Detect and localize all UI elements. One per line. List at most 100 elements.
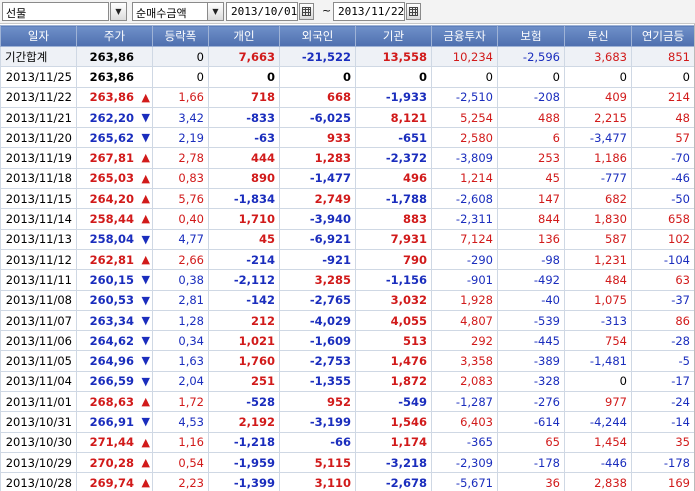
col-header-individual[interactable]: 개인 <box>208 25 280 47</box>
up-arrow-icon: ▲ <box>141 455 150 469</box>
cell-individual: -2,112 <box>208 269 280 291</box>
type-select-value: 순매수금액 <box>136 7 187 20</box>
table-row[interactable]: 2013/11/13 258,04 ▼ 4,77 45 -6,921 7,931 7,124 1… <box>0 228 695 250</box>
end-date-calendar-icon[interactable] <box>406 3 421 20</box>
cell-foreign: 3,285 <box>279 269 356 291</box>
market-select-chevron-down-icon[interactable]: ▼ <box>110 2 127 21</box>
cell-investment-trust: 0 <box>564 66 632 88</box>
cell-change: 2,23 <box>152 472 209 491</box>
table-row[interactable]: 2013/11/07 263,34 ▼ 1,28 212 -4,029 4,055 4,807… <box>0 309 695 332</box>
table-row[interactable]: 2013/11/06 264,62 ▼ 0,34 1,021 -1,609 513 292 -4… <box>0 330 695 352</box>
table-row[interactable]: 2013/11/05 264,96 ▼ 1,63 1,760 -2,753 1,476 3,3… <box>0 350 695 372</box>
price-value: 268,63 <box>89 394 134 409</box>
cell-pension: -37 <box>631 289 695 311</box>
price-value: 270,28 <box>89 455 134 470</box>
cell-date: 2013/11/11 <box>0 269 77 291</box>
cell-financial-investment: 2,083 <box>431 370 498 393</box>
table-row[interactable]: 2013/11/11 260,15 ▼ 0,38 -2,112 3,285 -1,156 -9… <box>0 269 695 291</box>
start-date-input[interactable]: 2013/10/01 <box>226 2 298 21</box>
cell-individual: 1,710 <box>208 208 280 230</box>
price-value: 258,44 <box>89 212 134 227</box>
cell-price: 263,34 ▼ <box>76 309 153 332</box>
cell-date: 2013/10/31 <box>0 411 77 433</box>
price-value: 264,96 <box>89 354 134 369</box>
table-row[interactable]: 2013/11/14 258,44 ▲ 0,40 1,710 -3,940 883 -2,31… <box>0 208 695 230</box>
market-select[interactable]: 선물 <box>2 2 109 21</box>
type-select-chevron-down-icon[interactable]: ▼ <box>207 2 224 21</box>
table-row[interactable]: 2013/10/30 271,44 ▲ 1,16 -1,218 -66 1,174 -365 6… <box>0 431 695 453</box>
cell-investment-trust: -4,244 <box>564 411 632 433</box>
cell-insurance: -208 <box>497 86 565 108</box>
cell-change: 2,66 <box>152 248 209 271</box>
col-header-investment-trust[interactable]: 투신 <box>564 25 632 47</box>
col-header-pension[interactable]: 연기금등 <box>631 25 695 47</box>
market-select-value: 선물 <box>6 7 27 20</box>
col-header-price[interactable]: 주가 <box>76 25 153 47</box>
col-header-financial-investment[interactable]: 금융투자 <box>431 25 498 47</box>
table-row[interactable]: 2013/11/19 267,81 ▲ 2,78 444 1,283 -2,372 -3,80… <box>0 147 695 169</box>
cell-insurance: 36 <box>497 472 565 491</box>
cell-institution: -651 <box>355 127 432 149</box>
down-arrow-icon: ▼ <box>141 313 150 327</box>
down-arrow-icon: ▼ <box>141 374 150 388</box>
col-header-foreign[interactable]: 외국인 <box>279 25 356 47</box>
start-date-calendar-icon[interactable] <box>299 3 314 20</box>
end-date-input[interactable]: 2013/11/22 <box>333 2 405 21</box>
table-header: 일자 주가 등락폭 개인 외국인 기관 금융투자 보험 투신 연기금등 <box>0 25 695 47</box>
cell-pension: 102 <box>631 228 695 250</box>
cell-individual: -63 <box>208 127 280 149</box>
table-row[interactable]: 2013/11/25 263,86 0 0 0 0 0 0 0 0 <box>0 66 695 88</box>
table-row[interactable]: 2013/10/28 269,74 ▲ 2,23 -1,399 3,110 -2,678 -5… <box>0 472 695 491</box>
cell-foreign: -3,940 <box>279 208 356 230</box>
table-row[interactable]: 2013/11/22 263,86 ▲ 1,66 718 668 -1,933 -2,510-… <box>0 86 695 108</box>
cell-insurance: -40 <box>497 289 565 311</box>
table-row[interactable]: 2013/11/20 265,62 ▼ 2,19 -63 933 -651 2,580 6 -3,… <box>0 127 695 149</box>
cell-individual: 45 <box>208 228 280 250</box>
cell-investment-trust: 682 <box>564 188 632 210</box>
table-row[interactable]: 2013/11/08 260,53 ▼ 2,81 -142 -2,765 3,032 1,92… <box>0 289 695 311</box>
price-value: 262,20 <box>89 110 134 125</box>
table-row[interactable]: 2013/11/21 262,20 ▼ 3,42 -833 -6,025 8,121 5,25… <box>0 106 695 129</box>
cell-change: 2,04 <box>152 370 209 393</box>
cell-foreign: 5,115 <box>279 451 356 474</box>
table-row[interactable]: 2013/10/31 266,91 ▼ 4,53 2,192 -3,199 1,546 6,4… <box>0 411 695 433</box>
table-row[interactable]: 2013/10/29 270,28 ▲ 0,54 -1,959 5,115 -3,218 -2… <box>0 451 695 474</box>
cell-insurance: 6 <box>497 127 565 149</box>
cell-financial-investment: 10,234 <box>431 45 498 68</box>
cell-price: 263,86 <box>76 66 153 88</box>
cell-change: 1,16 <box>152 431 209 453</box>
period-total-row[interactable]: 기간합계 263,86 0 7,663 -21,522 13,558 10,234 -2,59… <box>0 45 695 68</box>
cell-investment-trust: -777 <box>564 167 632 190</box>
cell-investment-trust: 1,231 <box>564 248 632 271</box>
cell-institution: 3,032 <box>355 289 432 311</box>
cell-change: 1,72 <box>152 391 209 413</box>
cell-pension: -50 <box>631 188 695 210</box>
cell-individual: 2,192 <box>208 411 280 433</box>
table-row[interactable]: 2013/11/01 268,63 ▲ 1,72 -528 952 -549 -1,287 -2… <box>0 391 695 413</box>
col-header-insurance[interactable]: 보험 <box>497 25 565 47</box>
cell-foreign: 2,749 <box>279 188 356 210</box>
cell-price: 266,59 ▼ <box>76 370 153 393</box>
cell-institution: 496 <box>355 167 432 190</box>
cell-investment-trust: 1,075 <box>564 289 632 311</box>
table-row[interactable]: 2013/11/04 266,59 ▼ 2,04 251 -1,355 1,872 2,083… <box>0 370 695 393</box>
table-row[interactable]: 2013/11/15 264,20 ▲ 5,76 -1,834 2,749 -1,788 -2… <box>0 188 695 210</box>
col-header-change[interactable]: 등락폭 <box>152 25 209 47</box>
cell-institution: -549 <box>355 391 432 413</box>
table-row[interactable]: 2013/11/12 262,81 ▲ 2,66 -214 -921 790 -290 -98 1… <box>0 248 695 271</box>
price-value: 258,04 <box>89 232 134 247</box>
up-arrow-icon: ▲ <box>141 476 150 490</box>
cell-pension: -17 <box>631 370 695 393</box>
cell-pension: -24 <box>631 391 695 413</box>
table-row[interactable]: 2013/11/18 265,03 ▲ 0,83 890 -1,477 496 1,214 45… <box>0 167 695 190</box>
price-value: 260,53 <box>89 293 134 308</box>
cell-price: 258,44 ▲ <box>76 208 153 230</box>
col-header-date[interactable]: 일자 <box>0 25 77 47</box>
cell-date: 2013/10/28 <box>0 472 77 491</box>
cell-institution: -2,372 <box>355 147 432 169</box>
cell-pension: -70 <box>631 147 695 169</box>
down-arrow-icon: ▼ <box>141 110 150 124</box>
cell-investment-trust: 484 <box>564 269 632 291</box>
cell-institution: 4,055 <box>355 309 432 332</box>
col-header-institution[interactable]: 기관 <box>355 25 432 47</box>
